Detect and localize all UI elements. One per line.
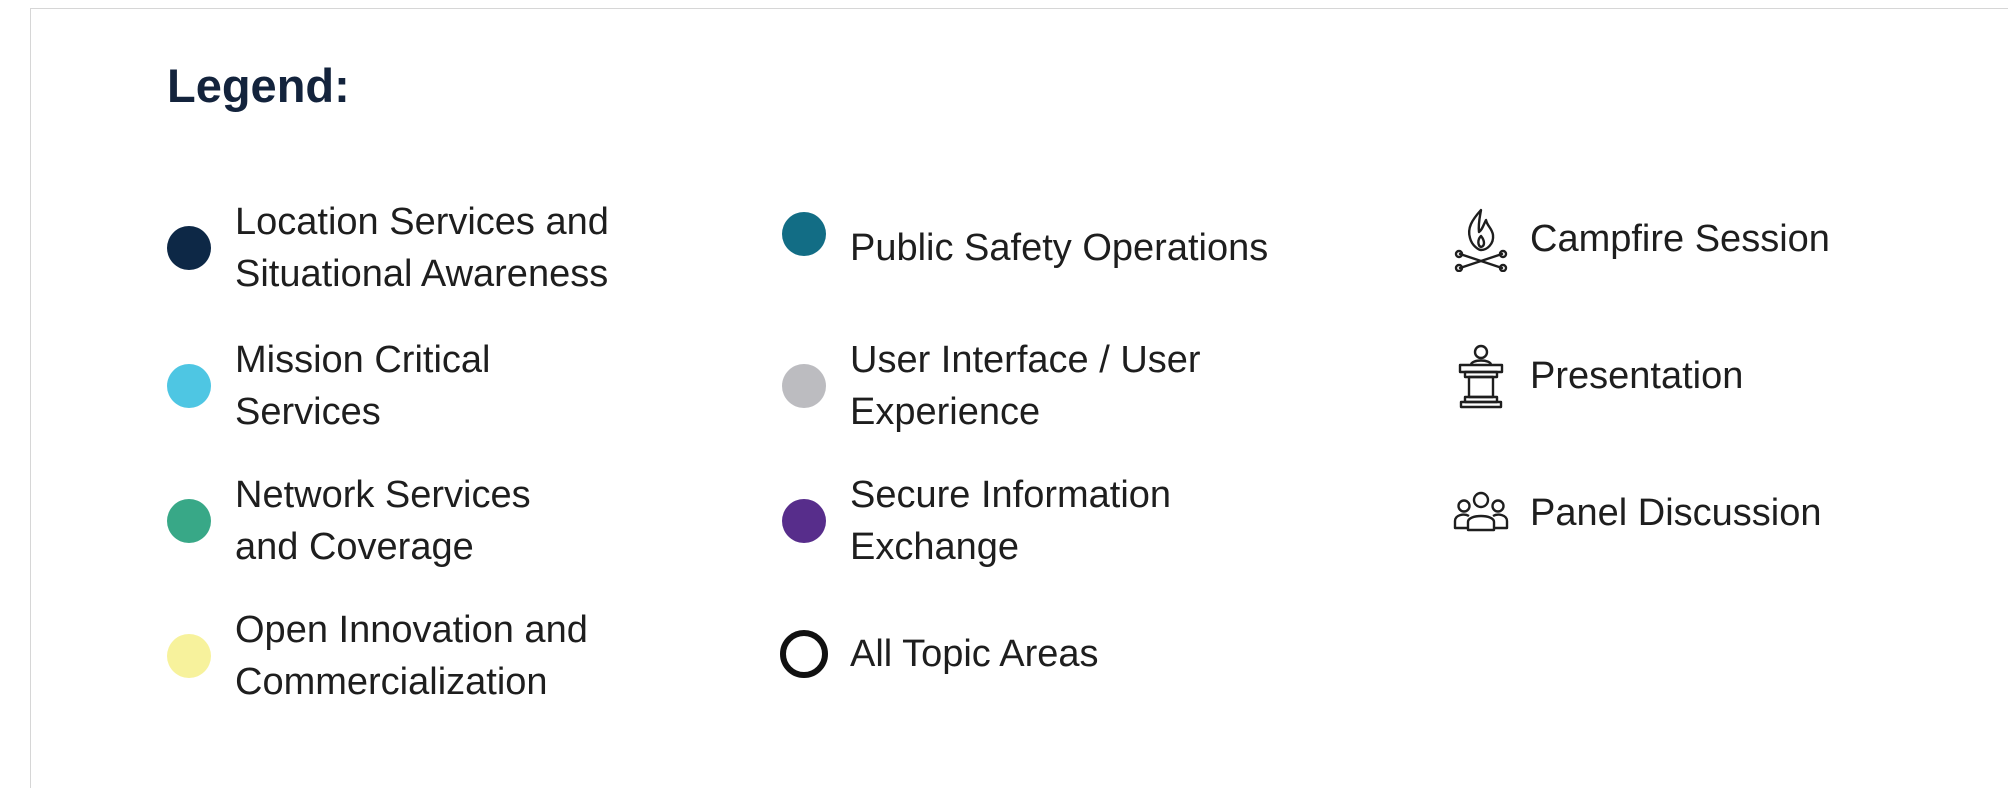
topic-color-dot [782, 212, 826, 256]
legend-item-network-services: Network Services and Coverage [167, 469, 531, 573]
topic-color-dot [782, 364, 826, 408]
topic-outline-dot [780, 630, 828, 678]
legend-item-public-safety: Public Safety Operations [782, 212, 1269, 274]
legend-title: Legend: [167, 59, 350, 112]
topic-color-dot [167, 499, 211, 543]
legend-item-label: Open Innovation and Commercialization [235, 609, 588, 703]
legend-item-all-topics: All Topic Areas [780, 628, 1099, 680]
legend-item-mission-critical: Mission Critical Services [167, 334, 490, 438]
legend-item-label: User Interface / User Experience [850, 339, 1201, 433]
podium-icon [1452, 343, 1510, 409]
legend-item-campfire: Campfire Session [1452, 206, 1830, 272]
legend-item-label: Panel Discussion [1530, 492, 1822, 534]
legend-item-label: All Topic Areas [850, 633, 1099, 675]
legend-item-label: Mission Critical Services [235, 339, 491, 433]
legend-item-secure-information: Secure Information Exchange [782, 469, 1171, 573]
group-icon [1452, 480, 1510, 546]
legend-item-panel: Panel Discussion [1452, 480, 1821, 546]
campfire-icon [1452, 206, 1510, 272]
legend-item-presentation: Presentation [1452, 343, 1743, 409]
legend-item-label: Presentation [1530, 355, 1744, 397]
legend-item-label: Public Safety Operations [850, 227, 1269, 269]
topic-color-dot [167, 634, 211, 678]
topic-color-dot [167, 226, 211, 270]
topic-color-dot [782, 499, 826, 543]
legend-item-location-services: Location Services and Situational Awaren… [167, 196, 609, 300]
legend-item-label: Campfire Session [1530, 218, 1830, 260]
topic-color-dot [167, 364, 211, 408]
legend-item-user-interface: User Interface / User Experience [782, 334, 1201, 438]
legend-item-label: Network Services and Coverage [235, 474, 531, 568]
legend-item-label: Location Services and Situational Awaren… [235, 201, 609, 295]
legend-item-label: Secure Information Exchange [850, 474, 1172, 568]
legend-item-open-innovation: Open Innovation and Commercialization [167, 604, 588, 708]
